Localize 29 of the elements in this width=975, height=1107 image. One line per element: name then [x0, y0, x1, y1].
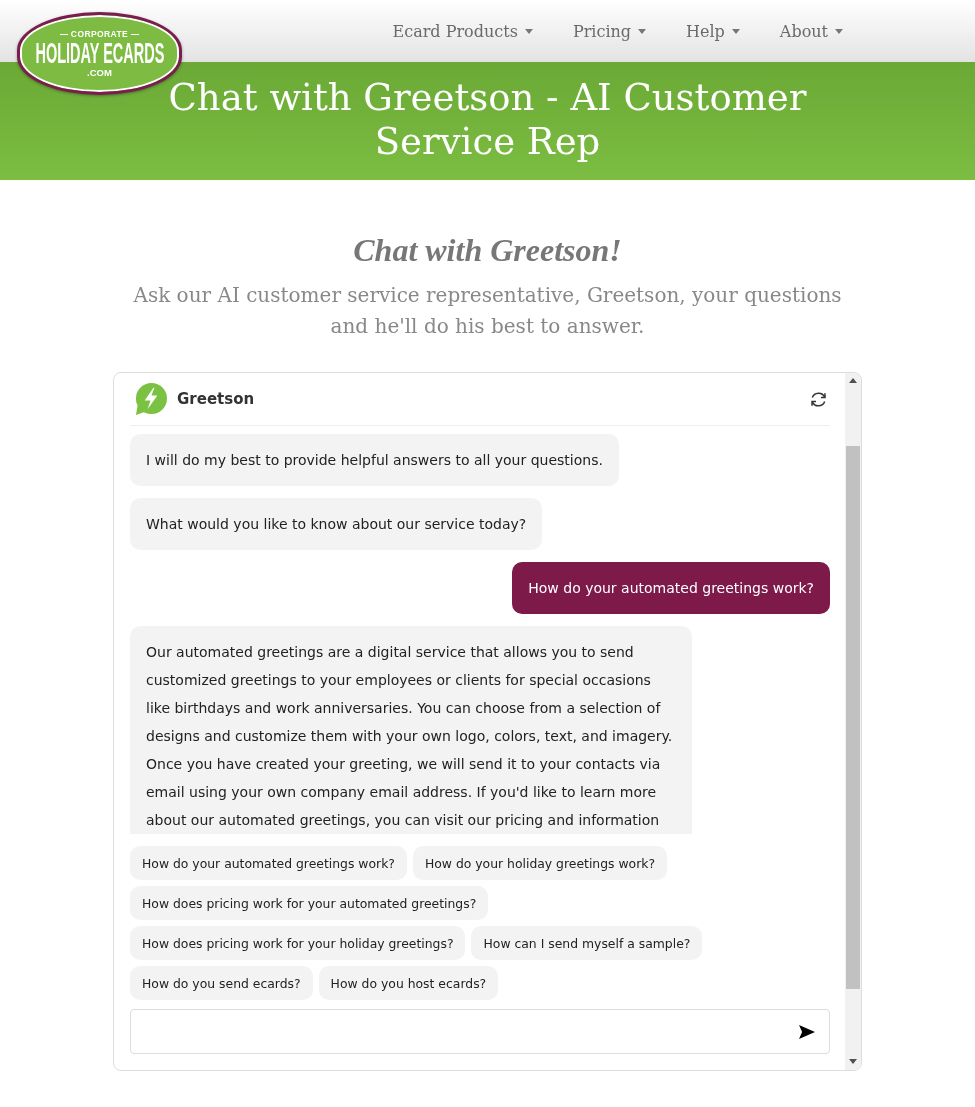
scrollbar[interactable] [845, 373, 861, 1070]
nav-link[interactable]: Help [686, 21, 740, 41]
message-input-field[interactable] [130, 1009, 830, 1054]
suggested-question-button[interactable]: How do your automated greetings work? [130, 846, 407, 880]
suggested-question-button[interactable]: How do you send ecards? [130, 966, 313, 1000]
suggested-question-button[interactable]: How does pricing work for your automated greetings? [130, 886, 489, 920]
chat-heading: Chat with Greetson! [353, 231, 622, 270]
scrollbar-thumb[interactable] [846, 446, 860, 989]
suggested-question-button[interactable]: How does pricing work for your holiday greetings? [130, 926, 466, 960]
user-message: How do your automated greetings work? [512, 562, 830, 614]
nav-link[interactable]: Pricing [572, 21, 647, 41]
nav-link[interactable]: About [779, 21, 843, 41]
suggested-question-button[interactable]: How can I send myself a sample? [471, 926, 703, 960]
scroll-down-icon[interactable] [849, 1059, 857, 1064]
logo-text: .COM [87, 67, 112, 78]
bot-name: Greetson [177, 390, 255, 408]
bot-message: What would you like to know about our service today? [130, 498, 543, 550]
scroll-up-icon[interactable] [849, 378, 857, 383]
logo-text: HOLIDAY ECARDS [35, 40, 164, 67]
intro-text: Ask our AI customer service representative, Greetson, your questions and he'll do his best to answer. [132, 282, 843, 340]
bot-message: Our automated greetings are a digital service that allows you to send customized greetings to your employees or clients for special occasions like birthdays and work anniversaries. You can choose from a selection of designs and customize them with your own logo, colors, text, and imagery. Once you have created your greeting, we will send it to your contacts via email using your own company email address. If you'd like to learn more about our automated greetings, you can visit our pricing and information [130, 626, 692, 834]
refresh-icon[interactable] [809, 389, 828, 409]
logo-text: CORPORATE [70, 29, 129, 40]
speech-bubble-bolt-icon [133, 382, 168, 416]
suggested-question-button[interactable]: How do your holiday greetings work? [412, 846, 668, 880]
nav-link[interactable]: Ecard Products [392, 21, 533, 41]
send-icon[interactable] [798, 1023, 816, 1040]
bot-message: I will do my best to provide helpful answers to all your questions. [130, 434, 619, 486]
suggested-question-button[interactable]: How do you host ecards? [318, 966, 499, 1000]
